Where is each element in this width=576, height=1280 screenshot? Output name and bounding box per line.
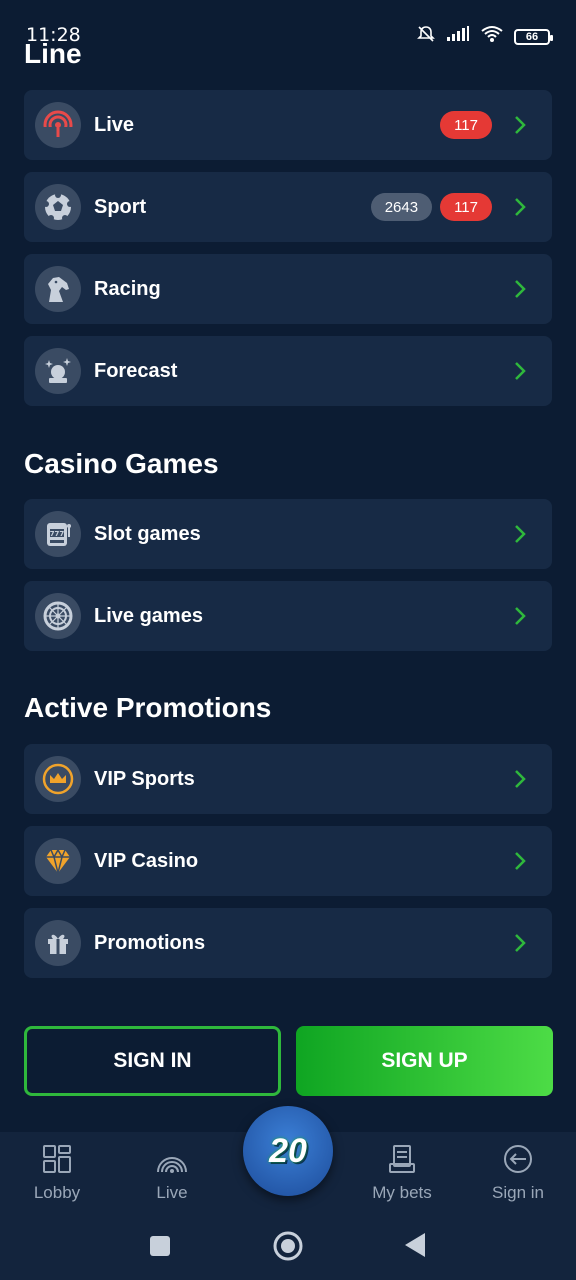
- chevron-right-icon: [500, 759, 540, 799]
- soccer-ball-icon: [35, 184, 81, 230]
- horse-icon: [35, 266, 81, 312]
- nav-label: Lobby: [33, 1183, 81, 1202]
- chevron-right-icon: [500, 351, 540, 391]
- nav-item-my-bets[interactable]: My bets: [352, 1144, 452, 1203]
- wifi-icon: [480, 25, 504, 48]
- system-nav-bar: [0, 1212, 576, 1280]
- roulette-icon: [35, 593, 81, 639]
- menu-item-label: Forecast: [94, 359, 178, 382]
- sign-in-icon: [502, 1144, 534, 1179]
- menu-item-forecast[interactable]: Forecast: [24, 336, 552, 406]
- menu-item-label: Live: [94, 113, 135, 136]
- chevron-right-icon: [500, 269, 540, 309]
- nav-label: Sign in: [492, 1183, 544, 1202]
- nav-label: Live: [156, 1183, 188, 1202]
- home-button[interactable]: [272, 1230, 304, 1267]
- menu-item-label: Sport: [94, 195, 147, 218]
- section-title-casino: Casino Games: [24, 448, 219, 479]
- signal-icon: [446, 26, 470, 47]
- count-badge: 2643: [370, 193, 433, 221]
- status-bar: 11:28 66: [0, 0, 576, 48]
- menu-item-live-games[interactable]: Live games: [24, 581, 552, 651]
- menu-item-vip-casino[interactable]: VIP Casino: [24, 826, 552, 896]
- count-badge: 117: [440, 111, 492, 139]
- grid-icon: [42, 1144, 72, 1179]
- chevron-right-icon: [500, 596, 540, 636]
- nav-item-lobby[interactable]: Lobby: [7, 1144, 107, 1203]
- menu-item-label: Promotions: [94, 931, 206, 954]
- menu-item-slot-games[interactable]: 777 Slot games: [24, 499, 552, 569]
- menu-item-label: Live games: [94, 604, 203, 627]
- slot-machine-icon: 777: [35, 511, 81, 557]
- sign-up-button[interactable]: SIGN UP: [296, 1026, 553, 1096]
- menu-item-label: VIP Casino: [94, 849, 199, 872]
- live-signal-icon: [35, 102, 81, 148]
- chevron-right-icon: [500, 841, 540, 881]
- gift-icon: [35, 920, 81, 966]
- menu-item-racing[interactable]: Racing: [24, 254, 552, 324]
- nav-label: My bets: [372, 1183, 432, 1202]
- menu-item-sport[interactable]: Sport 2643 117: [24, 172, 552, 242]
- sign-in-button[interactable]: SIGN IN: [24, 1026, 281, 1096]
- menu-item-label: Slot games: [94, 522, 201, 545]
- nav-item-live[interactable]: Live: [122, 1144, 222, 1203]
- center-promo-label: 20: [269, 1131, 307, 1170]
- battery-icon: 66: [514, 28, 553, 45]
- chevron-right-icon: [500, 923, 540, 963]
- nav-item-sign-in[interactable]: Sign in: [468, 1144, 568, 1203]
- menu-item-label: VIP Sports: [94, 767, 195, 790]
- crystal-ball-icon: [35, 348, 81, 394]
- menu-item-label: Racing: [94, 277, 161, 300]
- mute-icon: [416, 24, 436, 49]
- menu-item-promotions[interactable]: Promotions: [24, 908, 552, 978]
- back-button[interactable]: [403, 1232, 427, 1263]
- section-title-promotions: Active Promotions: [24, 692, 272, 723]
- diamond-icon: [35, 838, 81, 884]
- menu-item-vip-sports[interactable]: VIP Sports: [24, 744, 552, 814]
- status-icons: 66: [416, 24, 553, 49]
- chevron-right-icon: [500, 187, 540, 227]
- recent-apps-button[interactable]: [149, 1235, 171, 1262]
- page-title: Line: [24, 38, 82, 69]
- live-signal-icon: [155, 1144, 189, 1179]
- crown-icon: [35, 756, 81, 802]
- receipt-icon: [387, 1144, 417, 1179]
- count-badge: 117: [440, 193, 492, 221]
- chevron-right-icon: [500, 105, 540, 145]
- chevron-right-icon: [500, 514, 540, 554]
- center-promo-button[interactable]: 20: [243, 1106, 333, 1196]
- menu-item-live[interactable]: Live 117: [24, 90, 552, 160]
- svg-text:777: 777: [50, 530, 65, 538]
